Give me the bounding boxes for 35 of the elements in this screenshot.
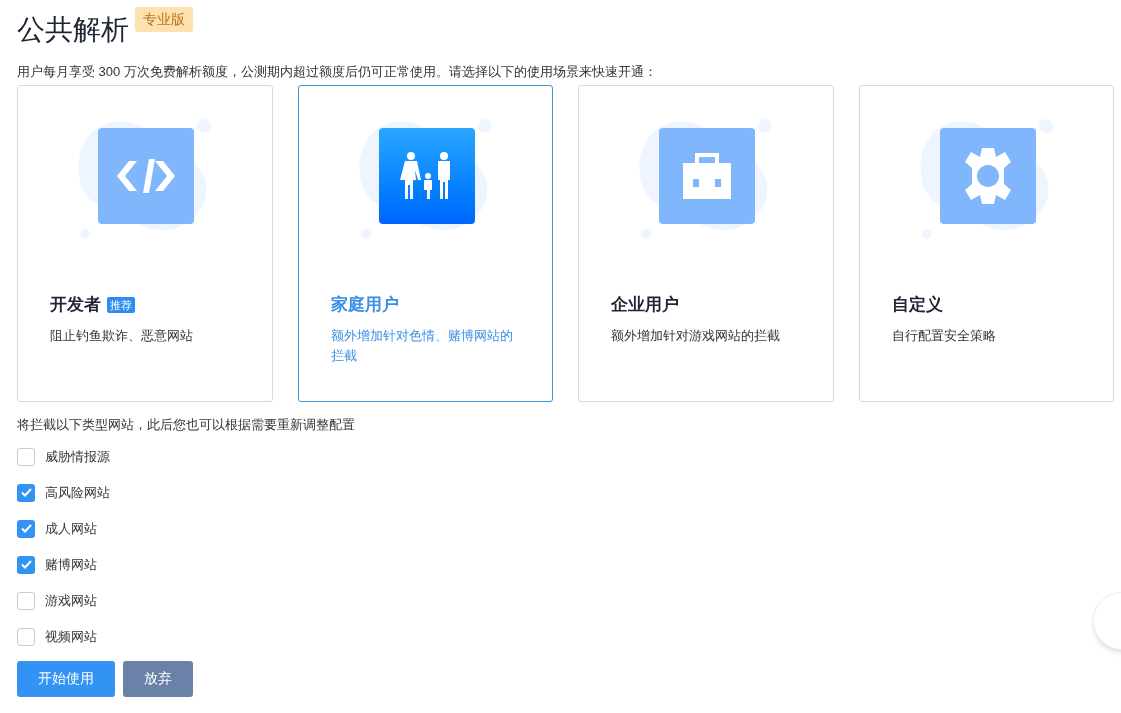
scenario-subtitle: 阻止钓鱼欺诈、恶意网站 xyxy=(50,326,194,345)
scenario-card[interactable]: 开发者 推荐 阻止钓鱼欺诈、恶意网站 xyxy=(17,85,273,402)
recommend-badge: 推荐 xyxy=(107,296,135,313)
scenario-subtitle: 额外增加针对游戏网站的拦截 xyxy=(611,326,781,345)
cancel-button[interactable]: 放弃 xyxy=(123,660,193,697)
scenario-subtitle: 额外增加针对色情、赌博网站的拦截 xyxy=(330,326,514,365)
scenario-subtitle: 自行配置安全策略 xyxy=(891,326,997,345)
scenario-card[interactable]: 企业用户 额外增加针对游戏网站的拦截 xyxy=(578,85,834,402)
checkbox[interactable] xyxy=(17,519,35,538)
checkbox[interactable] xyxy=(17,555,35,574)
check-icon xyxy=(20,560,32,569)
scenario-title: 企业用户 xyxy=(611,294,679,316)
block-note: 将拦截以下类型网站，此后您也可以根据需要重新调整配置 xyxy=(17,416,356,434)
page-title: 公共解析 xyxy=(17,16,129,44)
scenario-card[interactable]: 家庭用户 额外增加针对色情、赌博网站的拦截 xyxy=(297,85,553,402)
description-text: 用户每月享受 300 万次免费解析额度，公测期内超过额度后仍可正常使用。请选择以下的使用场景来快速开通： xyxy=(17,63,658,81)
checkbox[interactable] xyxy=(17,447,35,466)
checkbox-label: 高风险网站 xyxy=(45,483,110,502)
checkbox[interactable] xyxy=(17,591,35,610)
scenario-card[interactable]: 自定义 自行配置安全策略 xyxy=(858,85,1114,402)
scenario-title: 自定义 xyxy=(891,294,943,316)
checkbox[interactable] xyxy=(17,483,35,502)
checkbox-label: 威胁情报源 xyxy=(45,447,110,466)
checkbox[interactable] xyxy=(17,627,35,646)
checkbox-label: 赌博网站 xyxy=(45,555,97,574)
check-icon xyxy=(20,524,32,533)
check-icon xyxy=(20,488,32,497)
checkbox-label: 游戏网站 xyxy=(45,591,97,610)
checkbox-label: 视频网站 xyxy=(45,627,97,646)
checkbox-label: 成人网站 xyxy=(45,519,97,538)
briefcase-icon xyxy=(683,153,731,199)
scenario-title: 开发者 xyxy=(50,294,101,316)
edition-badge: 专业版 xyxy=(135,7,193,32)
scenario-title: 家庭用户 xyxy=(330,294,399,316)
code-icon xyxy=(115,159,177,193)
